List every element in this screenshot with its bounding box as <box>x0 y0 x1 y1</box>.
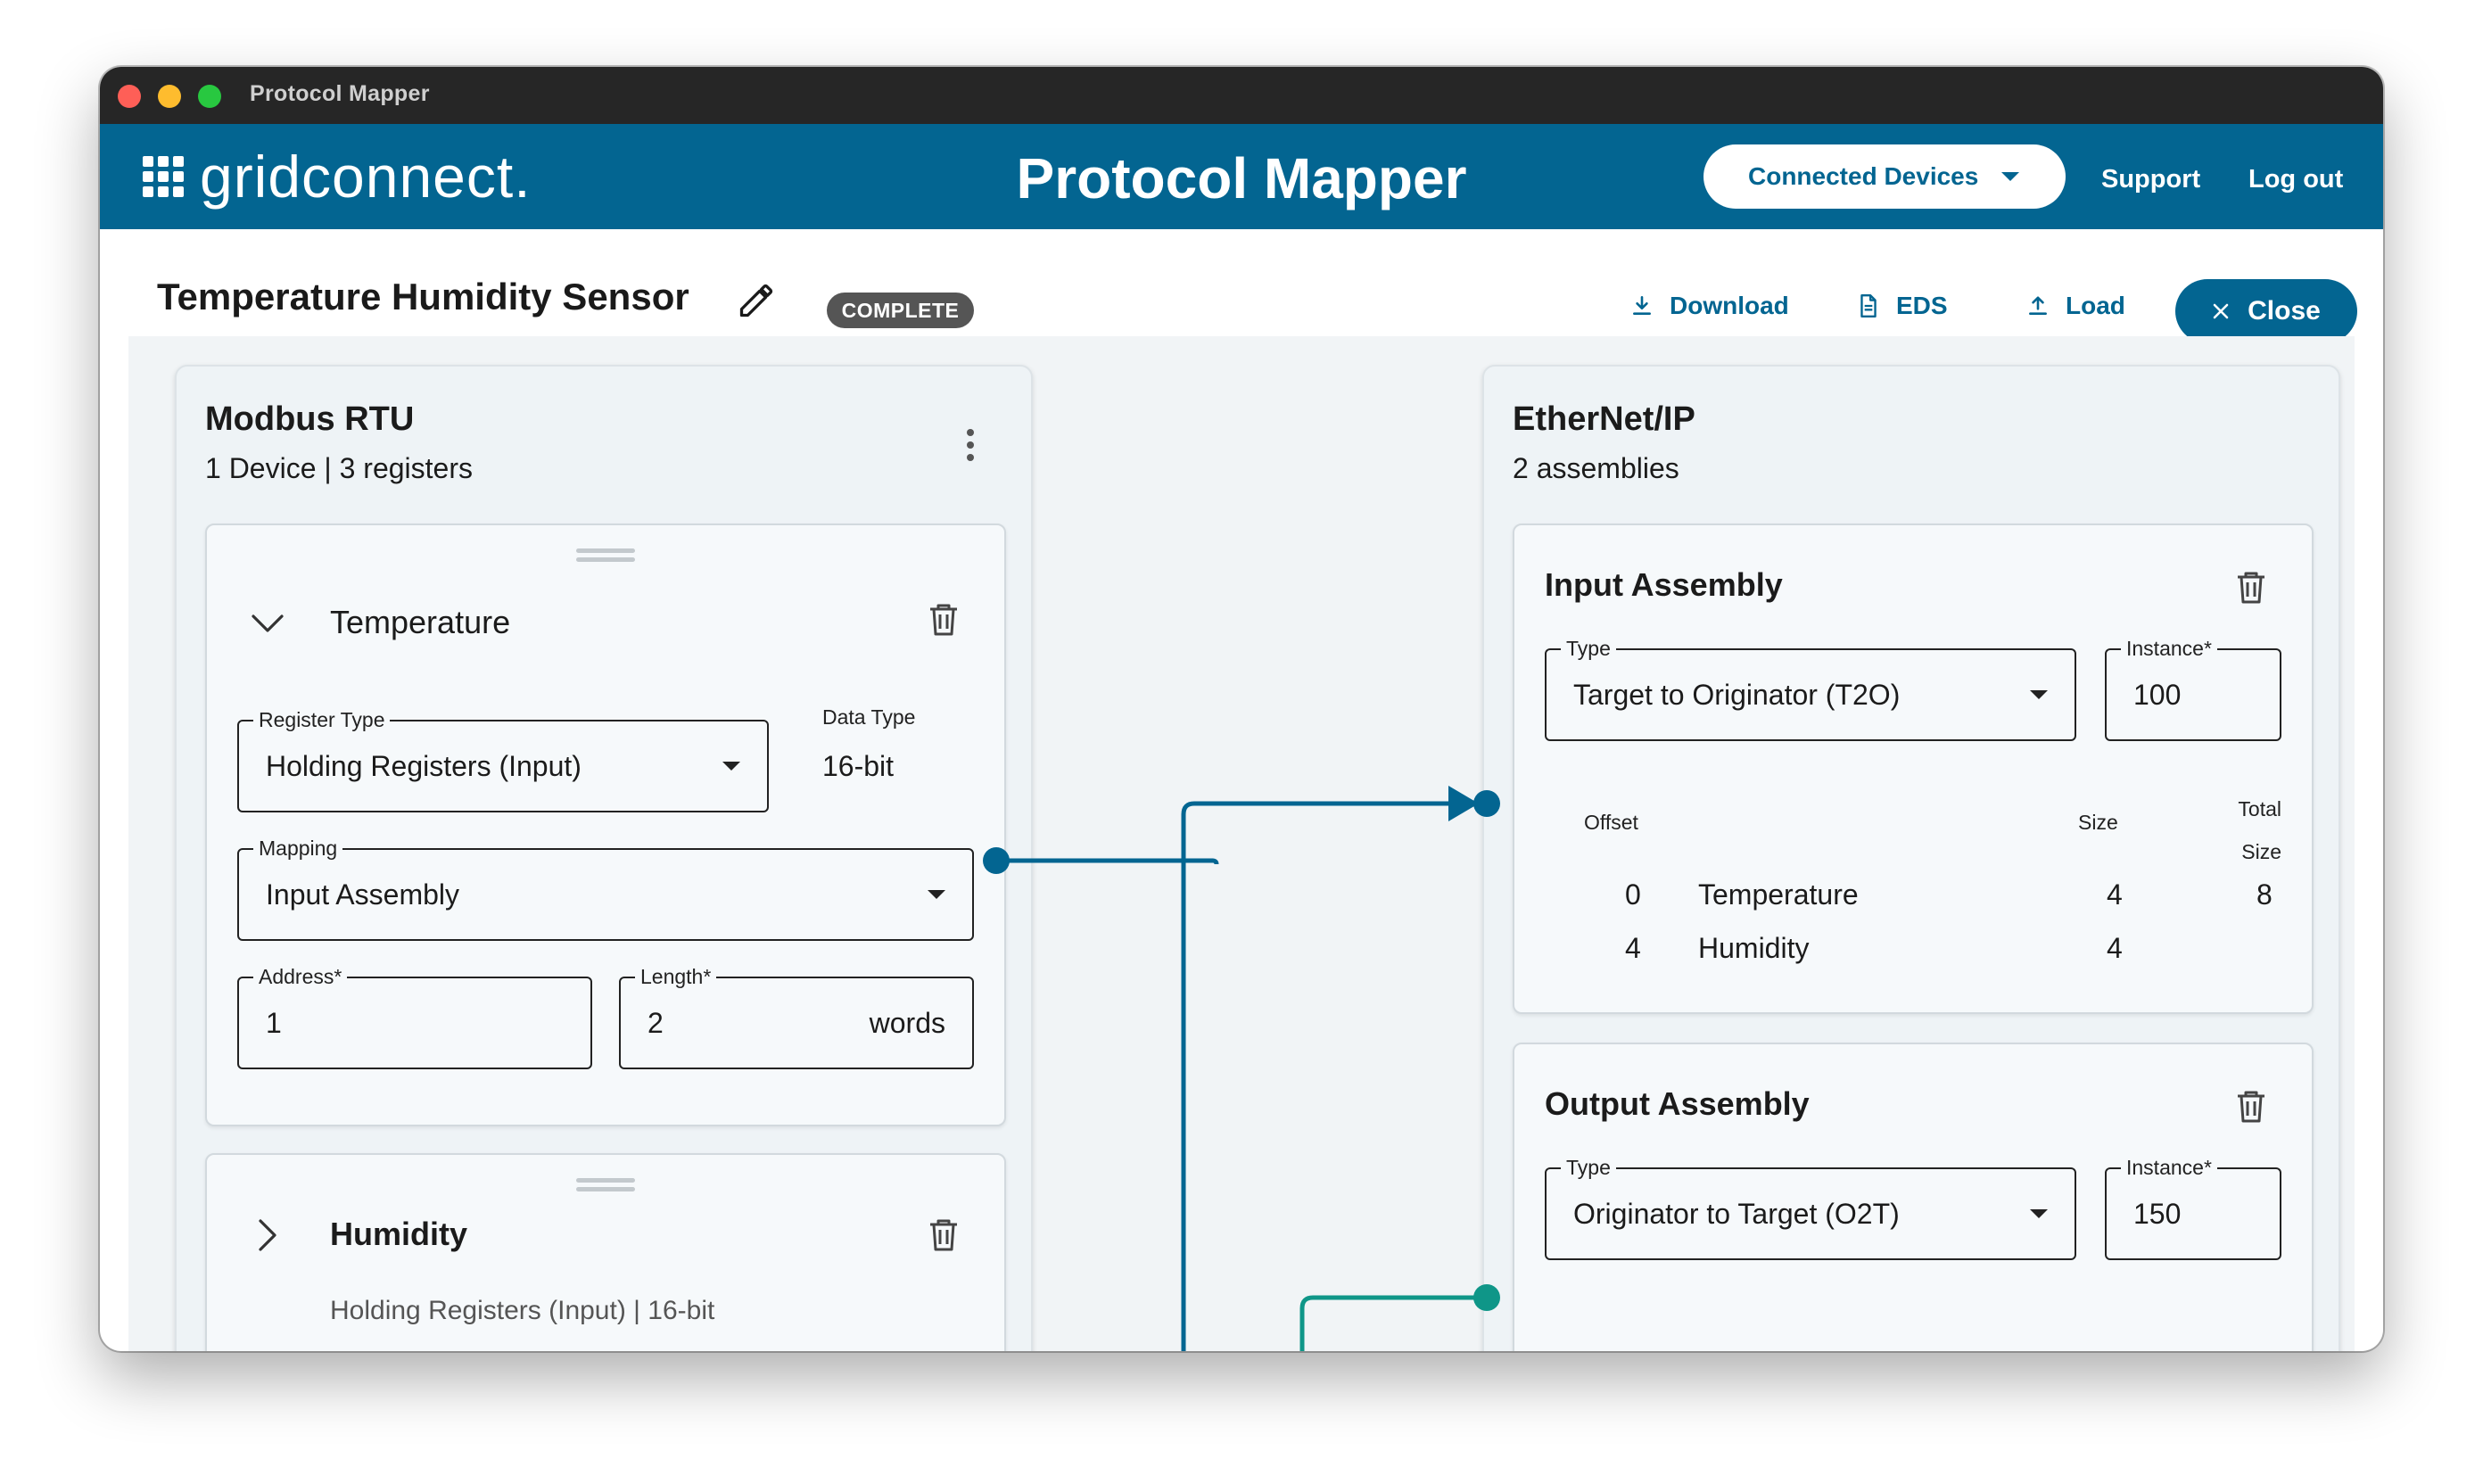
mapping-value: Input Assembly <box>266 878 459 911</box>
window-title: Protocol Mapper <box>250 81 430 106</box>
assembly-count: 2 assemblies <box>1513 452 1679 484</box>
download-icon <box>1633 295 1651 315</box>
trash-icon[interactable] <box>928 602 960 638</box>
row-size: 4 <box>2107 878 2123 911</box>
ethernet-title: EtherNet/IP <box>1513 400 1695 438</box>
window-close-button[interactable] <box>118 85 141 108</box>
connected-devices-label: Connected Devices <box>1748 162 1979 190</box>
instance-input[interactable]: Instance* 150 <box>2105 1155 2281 1260</box>
more-vert-icon[interactable] <box>967 429 974 466</box>
output-assembly-card: Output Assembly Type Originator to Targe… <box>1513 1043 2314 1351</box>
dropdown-arrow-icon <box>928 890 945 899</box>
download-button[interactable]: Download <box>1630 292 1789 320</box>
assembly-title: Output Assembly <box>1545 1085 1810 1122</box>
mapping-canvas: Modbus RTU 1 Device | 3 registers Temper… <box>128 336 2355 1351</box>
register-count: 3 registers <box>339 452 473 484</box>
address-value: 1 <box>266 1006 282 1039</box>
register-summary: Holding Registers (Input) | 16-bit <box>330 1296 715 1325</box>
register-type-select[interactable]: Register Type Holding Registers (Input) <box>237 707 769 812</box>
register-name: Humidity <box>330 1216 468 1252</box>
dropdown-arrow-icon <box>2030 690 2048 699</box>
support-link[interactable]: Support <box>2101 165 2200 194</box>
drag-handle-icon[interactable] <box>576 548 635 566</box>
document-icon <box>1860 293 1877 318</box>
type-value: Target to Originator (T2O) <box>1573 678 1901 711</box>
caret-down-icon <box>2001 172 2019 181</box>
load-button[interactable]: Load <box>2026 292 2125 320</box>
input-assembly-card: Input Assembly Type Target to Originator… <box>1513 524 2314 1014</box>
row-name: Humidity <box>1698 932 1810 964</box>
summary-separator: | <box>324 452 332 484</box>
eds-label: EDS <box>1896 292 1948 319</box>
modbus-title: Modbus RTU <box>205 400 415 438</box>
close-label: Close <box>2248 296 2321 326</box>
close-button[interactable]: Close <box>2175 279 2357 343</box>
data-type-label: Data Type <box>822 705 916 729</box>
modbus-summary: 1 Device | 3 registers <box>205 452 473 485</box>
window-zoom-button[interactable] <box>198 85 221 108</box>
total-size-header: Total Size <box>2219 787 2281 873</box>
ethernet-panel: EtherNet/IP 2 assemblies Input Assembly … <box>1482 365 2340 1351</box>
row-size: 4 <box>2107 932 2123 964</box>
total-size-value: 8 <box>2256 878 2273 911</box>
trash-icon[interactable] <box>2235 570 2267 606</box>
page-header: Temperature Humidity Sensor COMPLETE Dow… <box>100 229 2383 343</box>
drag-handle-icon[interactable] <box>576 1178 635 1196</box>
assembly-title: Input Assembly <box>1545 566 1783 603</box>
mapping-select[interactable]: Mapping Input Assembly <box>237 836 974 941</box>
app-header: gridconnect. Protocol Mapper Connected D… <box>100 124 2383 229</box>
data-type-value: 16-bit <box>822 750 895 782</box>
status-badge: COMPLETE <box>827 293 974 328</box>
register-card-humidity: Humidity Holding Registers (Input) | 16-… <box>205 1153 1006 1351</box>
assembly-type-select[interactable]: Type Originator to Target (O2T) <box>1545 1155 2076 1260</box>
dropdown-arrow-icon <box>2030 1209 2048 1218</box>
app-window: Protocol Mapper gridconnect. Protocol Ma… <box>100 67 2383 1351</box>
address-input[interactable]: Address* 1 <box>237 964 592 1069</box>
connected-devices-dropdown[interactable]: Connected Devices <box>1703 144 2066 209</box>
instance-value: 100 <box>2133 678 2182 711</box>
assembly-type-select[interactable]: Type Target to Originator (T2O) <box>1545 636 2076 741</box>
dropdown-arrow-icon <box>722 762 740 771</box>
modbus-panel: Modbus RTU 1 Device | 3 registers Temper… <box>175 365 1033 1351</box>
download-label: Download <box>1670 292 1789 319</box>
logout-link[interactable]: Log out <box>2248 165 2343 194</box>
window-minimize-button[interactable] <box>158 85 181 108</box>
edit-pencil-icon[interactable] <box>737 281 776 320</box>
eds-button[interactable]: EDS <box>1857 292 1948 320</box>
type-value: Originator to Target (O2T) <box>1573 1197 1900 1230</box>
length-value: 2 <box>648 1006 664 1039</box>
row-name: Temperature <box>1698 878 1859 911</box>
device-count: 1 Device <box>205 452 317 484</box>
length-unit: words <box>869 1006 945 1039</box>
trash-icon[interactable] <box>2235 1089 2267 1125</box>
load-label: Load <box>2066 292 2125 319</box>
window-titlebar: Protocol Mapper <box>100 67 2383 124</box>
chevron-right-icon[interactable] <box>257 1217 278 1253</box>
close-icon <box>2213 303 2229 319</box>
register-type-value: Holding Registers (Input) <box>266 749 582 782</box>
offset-header: Offset <box>1584 811 1638 834</box>
upload-icon <box>2029 296 2047 315</box>
instance-value: 150 <box>2133 1197 2182 1230</box>
trash-icon[interactable] <box>928 1217 960 1253</box>
chevron-down-icon[interactable] <box>250 613 285 634</box>
instance-input[interactable]: Instance* 100 <box>2105 636 2281 741</box>
length-input[interactable]: Length* 2 words <box>619 964 974 1069</box>
register-name: Temperature <box>330 604 511 640</box>
total-header-line1: Total <box>2238 797 2281 820</box>
row-offset: 4 <box>1625 932 1641 964</box>
page-title: Temperature Humidity Sensor <box>157 276 689 317</box>
size-header: Size <box>2078 811 2118 834</box>
row-offset: 0 <box>1625 878 1641 911</box>
total-header-line2: Size <box>2241 840 2281 863</box>
register-card-temperature: Temperature Register Type Holding Regist… <box>205 524 1006 1126</box>
